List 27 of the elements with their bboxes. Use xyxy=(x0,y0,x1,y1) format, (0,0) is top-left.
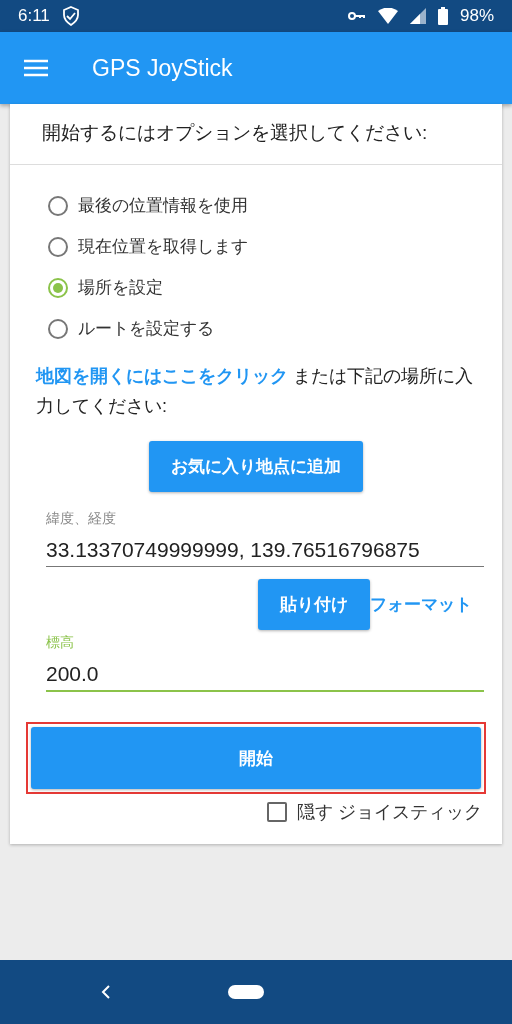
key-icon xyxy=(347,11,366,21)
card-heading: 開始するにはオプションを選択してください: xyxy=(10,104,502,165)
home-button[interactable] xyxy=(228,985,264,999)
radio-label[interactable]: ルートを設定する xyxy=(78,317,214,340)
shield-check-icon xyxy=(61,6,80,26)
checkbox[interactable] xyxy=(267,802,287,822)
radio-button[interactable] xyxy=(48,277,68,298)
altitude-field[interactable]: 200.0 xyxy=(46,656,484,692)
field-label: 緯度、経度 xyxy=(46,510,117,528)
signal-icon xyxy=(409,8,426,24)
menu-icon[interactable] xyxy=(24,59,48,77)
radio-button[interactable] xyxy=(48,195,68,216)
battery-percentage: 98% xyxy=(459,6,494,26)
battery-icon xyxy=(437,7,448,25)
radio-button[interactable] xyxy=(48,236,68,257)
radio-label[interactable]: 最後の位置情報を使用 xyxy=(78,194,248,217)
coordinates-field[interactable]: 33.13370749999999, 139.76516796875 xyxy=(46,532,484,567)
wifi-icon xyxy=(377,8,398,24)
radio-label[interactable]: 場所を設定 xyxy=(78,276,163,299)
radio-label[interactable]: 現在位置を取得します xyxy=(78,235,248,258)
status-time: 6:11 xyxy=(18,6,50,26)
app-title: GPS JoyStick xyxy=(92,54,233,82)
field-label: 標高 xyxy=(46,634,75,652)
instruction-text: 地図を開くにはここをクリック または下記の場所に入力してください: xyxy=(36,365,474,418)
back-icon[interactable] xyxy=(100,984,112,1000)
checkbox-label[interactable]: 隠す ジョイスティック xyxy=(297,800,482,824)
radio-button[interactable] xyxy=(48,318,68,339)
